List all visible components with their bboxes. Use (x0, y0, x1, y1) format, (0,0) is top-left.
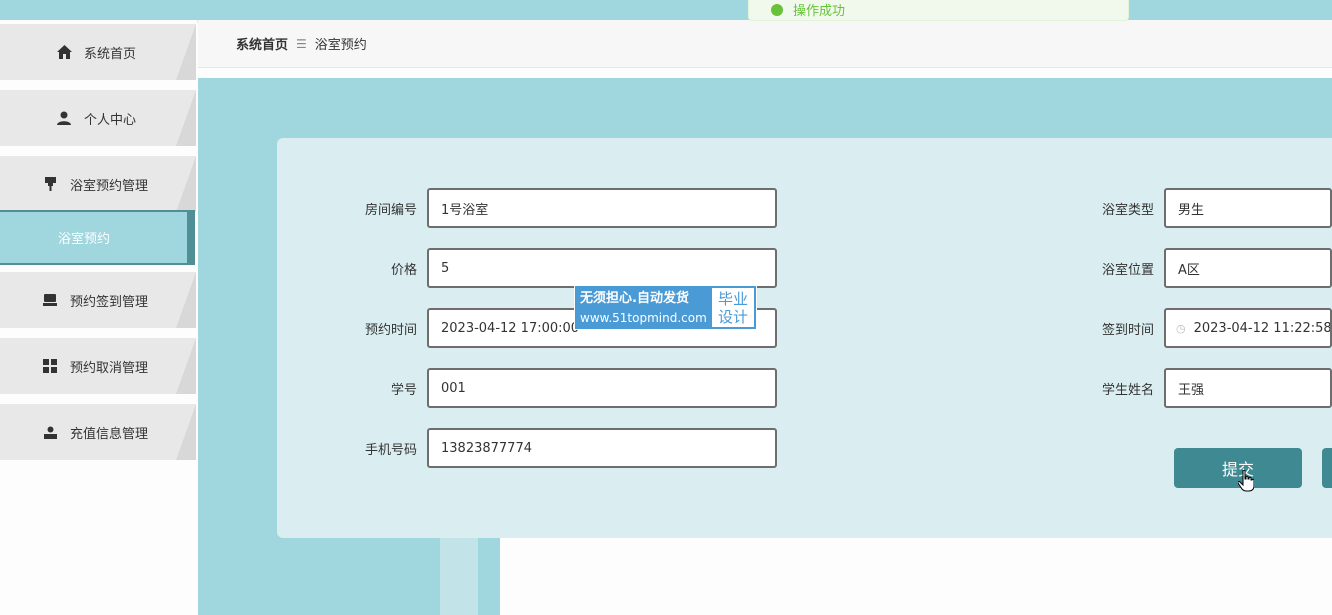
toast-text: 操作成功 (793, 4, 846, 19)
top-bar (0, 0, 1332, 20)
fold-decoration (176, 90, 196, 146)
sidebar-subitem-bath-booking[interactable]: 浴室预约 (0, 210, 195, 265)
breadcrumb-current: 浴室预约 (314, 38, 367, 53)
home-icon (56, 44, 72, 60)
fold-decoration (176, 272, 196, 328)
hand-cursor-icon (1237, 469, 1255, 496)
breadcrumb-separator-icon: ☰ (296, 36, 307, 51)
watermark-tag: 毕业 设计 (710, 286, 756, 329)
price-input[interactable]: 5 (427, 248, 777, 288)
sidebar-item-label: 预约签到管理 (70, 294, 149, 310)
room-no-input[interactable]: 1号浴室 (427, 188, 777, 228)
sidebar-item-home[interactable]: 系统首页 (0, 24, 196, 80)
fold-decoration (176, 404, 196, 460)
checkin-time-input[interactable]: ◷ 2023-04-12 11:22:58 (1164, 308, 1332, 348)
sidebar-subitem-label: 浴室预约 (58, 232, 111, 247)
phone-input[interactable]: 13823877774 (427, 428, 777, 468)
sidebar-item-checkin[interactable]: 预约签到管理 (0, 272, 196, 328)
checkin-icon (42, 292, 58, 308)
checkin-time-field: 签到时间 ◷ 2023-04-12 11:22:58 (1074, 308, 1332, 348)
sidebar-item-label: 系统首页 (84, 46, 137, 62)
person-icon (42, 424, 58, 440)
cancel-button[interactable] (1322, 448, 1332, 488)
bath-type-field: 浴室类型 男生 (1074, 188, 1332, 228)
price-label: 价格 (390, 262, 417, 278)
student-name-label: 学生姓名 (1101, 382, 1154, 398)
watermark-line2: www.51topmind.com (580, 310, 707, 325)
user-icon (56, 110, 72, 126)
watermark-line1: 无须担心.自动发货 (580, 290, 689, 306)
breadcrumb: 系统首页 ☰ 浴室预约 (198, 20, 1332, 68)
bath-location-label: 浴室位置 (1101, 262, 1154, 278)
sidebar-item-profile[interactable]: 个人中心 (0, 90, 196, 146)
price-field: 价格 5 (337, 248, 777, 288)
shower-icon (42, 176, 58, 192)
bath-location-input[interactable]: A区 (1164, 248, 1332, 288)
bath-location-field: 浴室位置 A区 (1074, 248, 1332, 288)
sidebar-item-bath-booking[interactable]: 浴室预约管理 (0, 156, 196, 212)
room-no-field: 房间编号 1号浴室 (337, 188, 777, 228)
student-no-label: 学号 (390, 382, 417, 398)
watermark-tag1: 毕业 (717, 289, 748, 308)
watermark-logo: 无须担心.自动发货 www.51topmind.com 毕业 设计 (574, 285, 757, 330)
sidebar-item-cancel[interactable]: 预约取消管理 (0, 338, 196, 394)
grid-icon (42, 358, 58, 374)
success-toast: 操作成功 (748, 0, 1129, 21)
student-name-field: 学生姓名 王强 (1074, 368, 1332, 408)
sidebar-item-label: 浴室预约管理 (70, 178, 149, 194)
phone-label: 手机号码 (364, 442, 417, 458)
sidebar: 系统首页 个人中心 浴室预约管理 浴室预约 预约签到管理 预约取消管理 充值信息… (0, 20, 197, 615)
bath-type-input[interactable]: 男生 (1164, 188, 1332, 228)
checkin-time-value: 2023-04-12 11:22:58 (1193, 320, 1332, 336)
checkin-time-label: 签到时间 (1101, 322, 1154, 338)
room-no-label: 房间编号 (364, 202, 417, 218)
student-name-input[interactable]: 王强 (1164, 368, 1332, 408)
phone-field: 手机号码 13823877774 (337, 428, 777, 468)
clock-icon: ◷ (1176, 321, 1186, 335)
watermark-text-block: 无须担心.自动发货 www.51topmind.com (575, 286, 710, 329)
breadcrumb-home[interactable]: 系统首页 (236, 34, 288, 53)
decorative-column (440, 537, 478, 615)
bath-type-label: 浴室类型 (1101, 202, 1154, 218)
sidebar-item-label: 个人中心 (84, 112, 137, 128)
sidebar-item-label: 预约取消管理 (70, 360, 149, 376)
check-icon (771, 3, 783, 16)
fold-decoration (176, 24, 196, 80)
reserve-time-label: 预约时间 (364, 322, 417, 338)
sidebar-item-recharge[interactable]: 充值信息管理 (0, 404, 196, 460)
sidebar-item-label: 充值信息管理 (70, 426, 149, 442)
fold-decoration (176, 156, 196, 212)
lower-panel (500, 537, 1332, 615)
student-no-field: 学号 001 (337, 368, 777, 408)
fold-decoration (176, 338, 196, 394)
watermark-tag2: 设计 (717, 307, 748, 326)
student-no-input[interactable]: 001 (427, 368, 777, 408)
